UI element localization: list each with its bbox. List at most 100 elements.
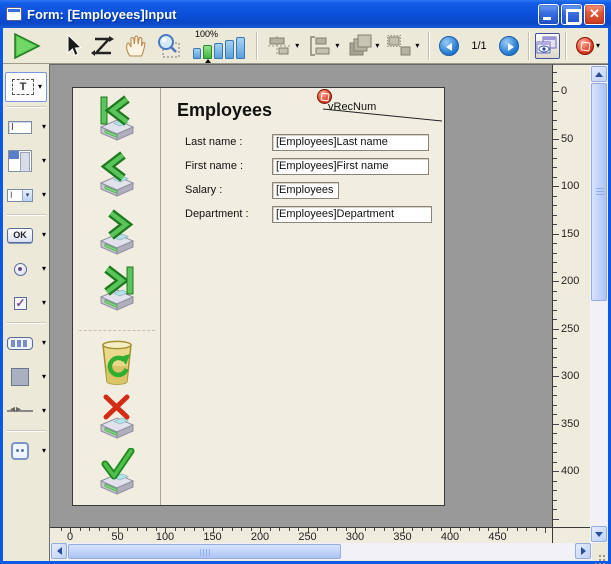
- ruler-tick: [553, 509, 557, 510]
- plugin-tool-button[interactable]: ▾: [3, 434, 49, 468]
- close-button[interactable]: [584, 3, 605, 25]
- insert-fields-icon: [575, 36, 594, 55]
- button-grid-tool-button[interactable]: ▾: [3, 326, 49, 360]
- horizontal-scrollbar[interactable]: [50, 543, 592, 560]
- checkbox-tool-dropdown[interactable]: ▾: [42, 299, 46, 307]
- field-label[interactable]: Department :: [185, 206, 249, 223]
- field-label[interactable]: First name :: [185, 158, 243, 175]
- ruler-label: 300: [345, 531, 365, 543]
- checkbox-tool-button[interactable]: ▾: [3, 286, 49, 320]
- move-tool-button[interactable]: [119, 31, 151, 61]
- ruler-label: 350: [393, 531, 412, 543]
- splitter-tool-icon: [7, 404, 33, 418]
- toolbar-separator: [428, 31, 431, 60]
- cancel-record-button[interactable]: [93, 392, 141, 444]
- rectangle-tool-dropdown[interactable]: ▾: [42, 373, 46, 381]
- toolbar-separator: [564, 31, 567, 60]
- resize-grip[interactable]: [592, 543, 608, 560]
- zoom-bar-200[interactable]: [214, 42, 223, 59]
- input-tool-button[interactable]: I ▾: [3, 110, 49, 144]
- list-box-tool-dropdown[interactable]: ▾: [42, 157, 46, 165]
- previous-page-button[interactable]: [435, 31, 463, 61]
- first-record-button[interactable]: [93, 94, 141, 146]
- zoom-bar-800[interactable]: [236, 36, 245, 59]
- next-record-button[interactable]: [93, 208, 141, 260]
- nav-separator-line[interactable]: [79, 330, 155, 331]
- scroll-down-button[interactable]: [591, 526, 607, 542]
- text-tool-button[interactable]: T ▾: [5, 72, 47, 102]
- preview-button[interactable]: [534, 32, 560, 59]
- ruler-tick: [553, 176, 557, 178]
- radio-tool-dropdown[interactable]: ▾: [42, 265, 46, 273]
- last-record-button[interactable]: [93, 264, 141, 316]
- maximize-button[interactable]: [561, 3, 582, 25]
- entry-order-tool-button[interactable]: [87, 31, 119, 61]
- pointer-tool-button[interactable]: [59, 31, 87, 61]
- radio-tool-button[interactable]: ▾: [3, 252, 49, 286]
- field-input-last-name[interactable]: [Employees]Last name: [272, 134, 429, 151]
- combo-box-tool-dropdown[interactable]: ▾: [42, 191, 46, 199]
- next-page-button[interactable]: [495, 31, 523, 61]
- zoom-scale-control[interactable]: 100%: [193, 29, 251, 62]
- distribute-dropdown-button[interactable]: ▾: [303, 31, 343, 61]
- ruler-tick: [553, 167, 557, 168]
- align-dropdown-button[interactable]: ▾: [263, 31, 303, 61]
- scroll-right-button[interactable]: [575, 543, 591, 559]
- scroll-left-button[interactable]: [51, 543, 67, 559]
- execute-form-button[interactable]: [7, 31, 45, 61]
- ruler-tick: [553, 271, 557, 273]
- ruler-tick: [269, 528, 271, 531]
- field-input-first-name[interactable]: [Employees]First name: [272, 158, 429, 175]
- minimize-button[interactable]: [538, 3, 559, 25]
- ruler-tick: [288, 528, 290, 531]
- plugin-tool-dropdown[interactable]: ▾: [42, 447, 46, 455]
- button-tool-button[interactable]: OK ▾: [3, 218, 49, 252]
- ruler-tick: [553, 518, 559, 520]
- combo-box-tool-button[interactable]: I ▾: [3, 178, 49, 212]
- previous-record-button[interactable]: [93, 150, 141, 202]
- field-label[interactable]: Last name :: [185, 134, 242, 151]
- field-input-department[interactable]: [Employees]Department: [272, 206, 432, 223]
- list-box-tool-icon: [8, 150, 32, 172]
- resize-dropdown-button[interactable]: ▾: [383, 31, 423, 61]
- vertical-scroll-thumb[interactable]: [591, 83, 607, 301]
- field-input-salary[interactable]: [Employees: [272, 182, 339, 199]
- button-grid-tool-dropdown[interactable]: ▾: [42, 339, 46, 347]
- horizontal-scroll-thumb[interactable]: [68, 544, 341, 559]
- accept-record-button[interactable]: [93, 447, 141, 500]
- scroll-up-button[interactable]: [591, 66, 607, 82]
- ruler-tick: [553, 100, 557, 102]
- splitter-tool-button[interactable]: ▾: [3, 394, 49, 428]
- ruler-tick: [60, 528, 62, 531]
- zoom-bar-50[interactable]: [193, 47, 201, 59]
- button-tool-icon: OK: [7, 227, 33, 243]
- delete-record-button[interactable]: [93, 336, 141, 388]
- vertical-ruler: 0 50 100 150 200 250 300 350 400: [552, 64, 590, 543]
- titlebar[interactable]: Form: [Employees]Input: [0, 0, 611, 28]
- move-level-dropdown-button[interactable]: ▾: [343, 31, 383, 61]
- level-icon: [349, 34, 372, 55]
- splitter-tool-dropdown[interactable]: ▾: [42, 407, 46, 415]
- form-canvas[interactable]: Employees vRecNum Last name : [Employees…: [50, 64, 552, 527]
- record-number-variable[interactable]: vRecNum: [328, 101, 376, 113]
- form-page[interactable]: Employees vRecNum Last name : [Employees…: [72, 87, 445, 506]
- rectangle-tool-button[interactable]: ▾: [3, 360, 49, 394]
- zoom-bar-100[interactable]: [203, 44, 212, 59]
- palette-separator: [6, 430, 46, 432]
- radio-tool-icon: [13, 262, 27, 276]
- ruler-tick: [553, 290, 557, 292]
- variable-badge-icon[interactable]: [317, 89, 332, 104]
- window-title: Form: [Employees]Input: [27, 6, 177, 22]
- text-tool-dropdown[interactable]: ▾: [38, 83, 42, 91]
- ruler-label: 200: [561, 275, 580, 287]
- input-tool-dropdown[interactable]: ▾: [42, 123, 46, 131]
- zoom-bar-400[interactable]: [225, 39, 234, 59]
- form-title-object[interactable]: Employees: [177, 100, 272, 121]
- insert-fields-dropdown-button[interactable]: ▾: [572, 31, 604, 61]
- list-box-tool-button[interactable]: ▾: [3, 144, 49, 178]
- button-tool-dropdown[interactable]: ▾: [42, 231, 46, 239]
- field-label[interactable]: Salary :: [185, 182, 222, 199]
- ruler-tick: [553, 157, 557, 159]
- vertical-scrollbar[interactable]: [590, 64, 608, 543]
- zoom-tool-button[interactable]: [151, 31, 185, 61]
